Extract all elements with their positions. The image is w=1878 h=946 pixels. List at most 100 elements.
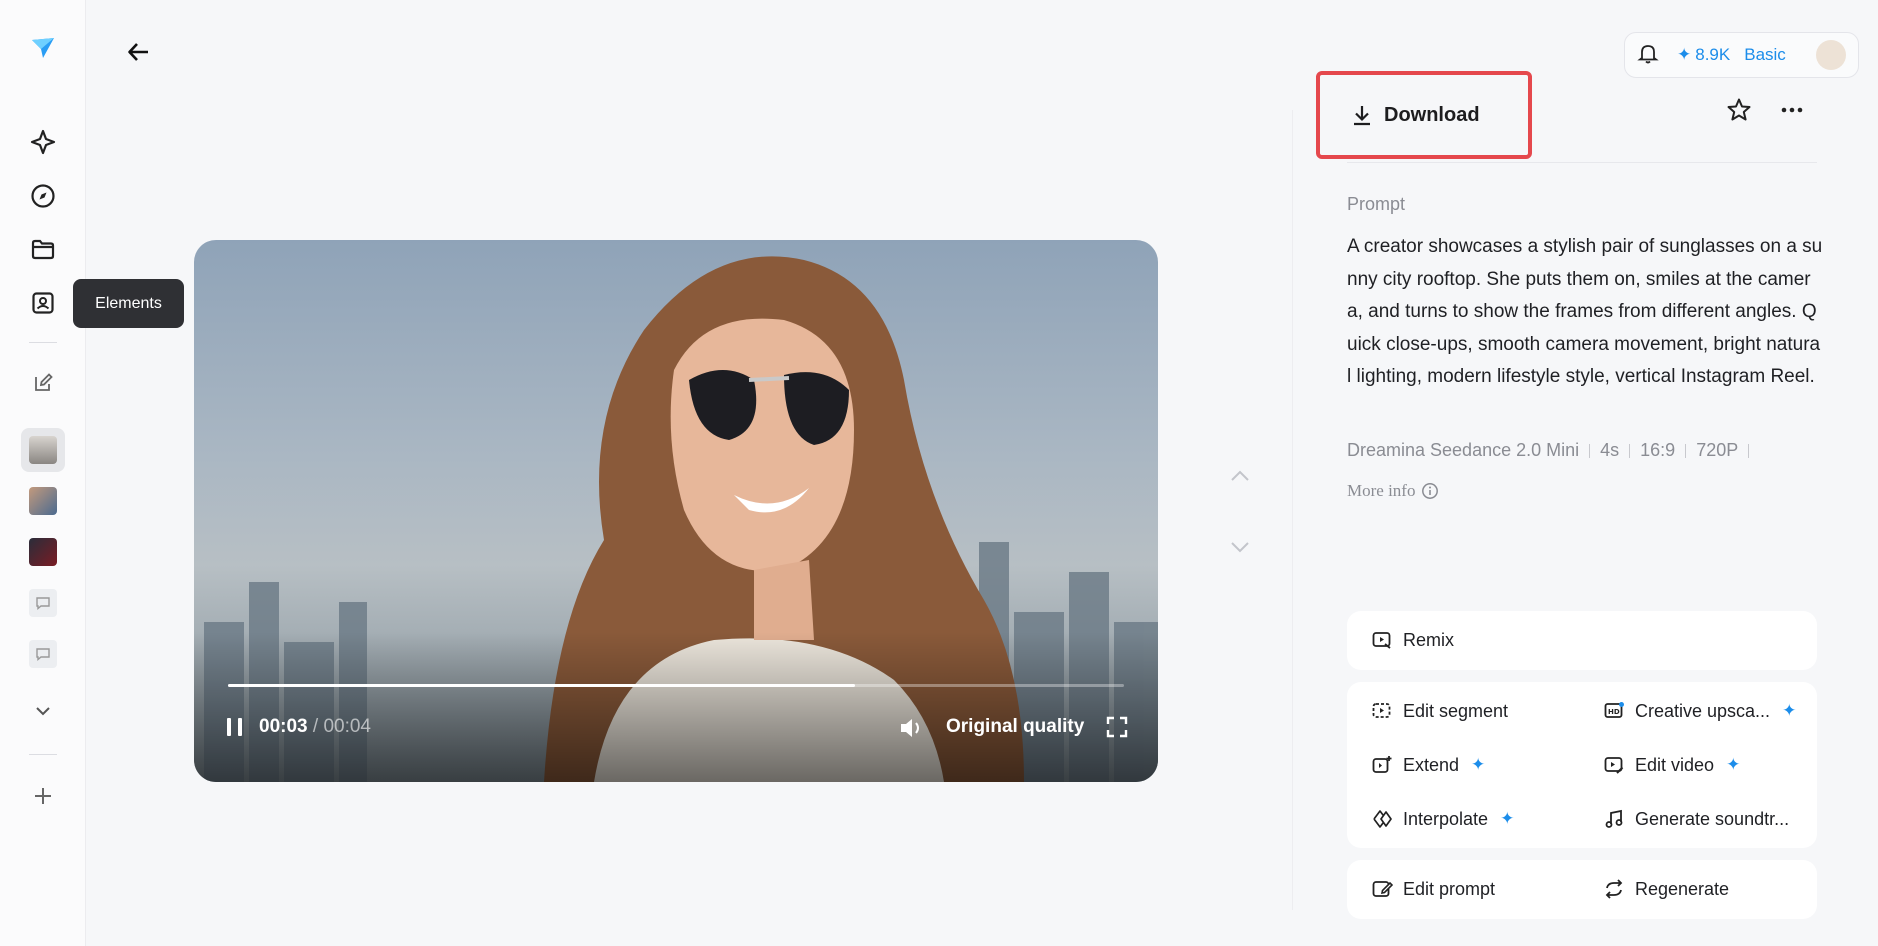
header-divider — [1347, 162, 1817, 163]
pause-icon — [227, 718, 242, 736]
remix-icon — [1372, 632, 1391, 649]
elements-tooltip: Elements — [73, 279, 184, 328]
chevron-down-icon — [1231, 542, 1249, 553]
prompt-label: Prompt — [1347, 194, 1406, 214]
history-thumb-couple[interactable] — [21, 479, 65, 523]
aspect-ratio: 16:9 — [1640, 440, 1676, 460]
left-sidebar — [0, 0, 86, 946]
history-thumb-dark[interactable] — [21, 530, 65, 574]
current-time: 00:03 — [259, 716, 308, 737]
previous-video-button[interactable] — [1222, 458, 1258, 494]
compass-icon[interactable] — [19, 172, 67, 220]
chat-icon — [29, 640, 57, 668]
elements-icon[interactable] — [19, 279, 67, 327]
generate-soundtrack-button[interactable]: Generate soundtr... — [1603, 808, 1789, 830]
remix-card: Remix — [1347, 611, 1817, 670]
thumbnail — [29, 436, 57, 464]
chat-icon — [29, 589, 57, 617]
model-name: Dreamina Seedance 2.0 Mini — [1347, 440, 1580, 460]
interpolate-button[interactable]: Interpolate ✦ — [1371, 808, 1514, 830]
regenerate-icon — [1605, 879, 1623, 899]
edit-segment-label: Edit segment — [1403, 700, 1509, 721]
interpolate-icon — [1373, 810, 1392, 828]
regenerate-button[interactable]: Regenerate — [1603, 878, 1729, 900]
edit-segment-button[interactable]: Edit segment — [1371, 700, 1508, 722]
remix-label: Remix — [1403, 629, 1455, 650]
sparkle-icon: ✦ — [1471, 755, 1486, 774]
download-icon — [1354, 106, 1370, 126]
arrow-left-icon — [128, 43, 148, 61]
edit-icon[interactable] — [19, 359, 67, 407]
edit-video-label: Edit video — [1635, 754, 1715, 775]
folder-icon[interactable] — [19, 225, 67, 273]
video-duration: 4s — [1600, 440, 1620, 460]
star-icon — [1727, 98, 1751, 121]
more-info-link[interactable]: More info — [1347, 481, 1439, 501]
extend-button[interactable]: Extend ✦ — [1371, 754, 1485, 776]
more-info-label: More info — [1347, 481, 1416, 500]
sidebar-divider — [29, 754, 57, 755]
progress-fill — [228, 684, 856, 687]
regenerate-label: Regenerate — [1635, 878, 1730, 899]
sparkle-icon[interactable] — [19, 118, 67, 166]
edit-tools-card: Edit segment HD Creative upsca... ✦ Exte… — [1347, 682, 1817, 848]
account-bar: ✦ 8.9K Basic — [1624, 32, 1859, 78]
remix-button[interactable]: Remix — [1371, 629, 1454, 651]
interpolate-label: Interpolate — [1403, 808, 1489, 829]
edit-prompt-icon — [1372, 881, 1393, 897]
sparkle-icon: ✦ — [1782, 701, 1797, 720]
controls-shade — [194, 632, 1158, 782]
thumbnail — [29, 487, 57, 515]
history-thumb-chat[interactable] — [21, 581, 65, 625]
hd-upscale-icon: HD — [1604, 702, 1624, 718]
extend-label: Extend — [1403, 754, 1460, 775]
chevron-down-icon[interactable] — [19, 686, 67, 734]
svg-text:HD: HD — [1608, 708, 1620, 716]
prompt-text: A creator showcases a stylish pair of su… — [1347, 236, 1823, 387]
credits-button[interactable]: ✦ 8.9K Basic — [1677, 45, 1786, 65]
chevron-up-icon — [1231, 470, 1249, 481]
avatar[interactable] — [1816, 40, 1846, 70]
time-display: 00:03 / 00:04 — [259, 716, 371, 738]
quality-selector[interactable]: Original quality — [946, 716, 1084, 738]
download-label: Download — [1384, 103, 1480, 126]
favorite-button[interactable] — [1721, 92, 1757, 128]
prompt-actions-card: Edit prompt Regenerate — [1347, 860, 1817, 919]
back-button[interactable] — [121, 34, 157, 70]
generate-soundtrack-label: Generate soundtr... — [1635, 808, 1790, 829]
progress-bar[interactable] — [228, 684, 1124, 687]
bell-icon[interactable] — [1637, 42, 1659, 69]
more-icon — [1781, 107, 1803, 113]
edit-prompt-label: Edit prompt — [1403, 878, 1496, 899]
creative-upscale-label: Creative upsca... — [1635, 700, 1771, 721]
sidebar-divider — [29, 342, 57, 343]
more-options-button[interactable] — [1774, 92, 1810, 128]
resolution: 720P — [1696, 440, 1739, 460]
edit-video-button[interactable]: Edit video ✦ — [1603, 754, 1740, 776]
music-note-icon — [1605, 809, 1623, 828]
sparkle-icon: ✦ — [1677, 45, 1692, 64]
sparkle-icon: ✦ — [1500, 809, 1515, 828]
volume-button[interactable] — [899, 716, 925, 740]
sparkle-icon: ✦ — [1726, 755, 1741, 774]
next-video-button[interactable] — [1222, 529, 1258, 565]
fullscreen-icon — [1106, 716, 1128, 738]
generation-meta: Dreamina Seedance 2.0 Mini 4s 16:9 720P — [1347, 440, 1750, 461]
extend-icon — [1372, 756, 1392, 773]
history-thumb-chat-2[interactable] — [21, 632, 65, 676]
thumbnail — [29, 538, 57, 566]
video-player[interactable]: 00:03 / 00:04 Original quality — [194, 240, 1158, 782]
panel-divider — [1292, 110, 1293, 910]
logo-icon[interactable] — [19, 24, 67, 72]
download-button[interactable]: Download — [1316, 71, 1532, 159]
fullscreen-button[interactable] — [1106, 716, 1128, 738]
duration-time: / 00:04 — [312, 716, 371, 737]
creative-upscale-button[interactable]: HD Creative upsca... ✦ — [1603, 700, 1796, 722]
edit-prompt-button[interactable]: Edit prompt — [1371, 878, 1495, 900]
plan-name: Basic — [1744, 45, 1786, 64]
edit-segment-icon — [1372, 703, 1391, 718]
plus-icon[interactable] — [19, 772, 67, 820]
pause-button[interactable] — [224, 716, 246, 738]
speaker-icon — [901, 719, 919, 737]
history-thumb-sunglasses[interactable] — [21, 428, 65, 472]
